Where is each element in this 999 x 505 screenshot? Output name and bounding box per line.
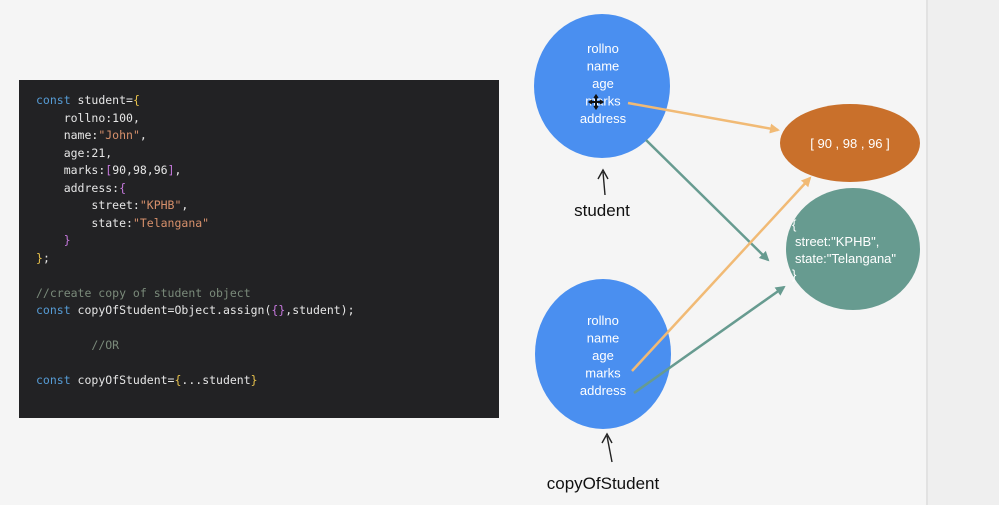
address-line: state:"Telangana"	[795, 251, 896, 266]
student-label: student	[574, 201, 630, 220]
node-field: address	[580, 111, 627, 126]
slide: const student={ rollno:100, name:"John",…	[0, 0, 999, 505]
node-field: name	[587, 331, 620, 346]
address-line: {	[792, 217, 797, 232]
reference-diagram: rollno name age marks address student rollno…	[534, 14, 920, 493]
node-field: rollno	[587, 41, 619, 56]
node-field: age	[592, 348, 614, 363]
address-line: street:"KPHB",	[795, 234, 879, 249]
student-pointer-arrow	[602, 171, 606, 196]
node-field: age	[592, 76, 614, 91]
copy-marks-arrow	[631, 176, 812, 372]
copy-label: copyOfStudent	[547, 474, 660, 493]
node-field: marks	[585, 366, 621, 381]
node-field: rollno	[587, 313, 619, 328]
marks-array-text: [ 90 , 98 , 96 ]	[810, 136, 890, 151]
address-line: }	[792, 267, 797, 282]
address-object-node	[786, 188, 920, 310]
node-field: address	[580, 383, 627, 398]
node-field: name	[587, 59, 620, 74]
